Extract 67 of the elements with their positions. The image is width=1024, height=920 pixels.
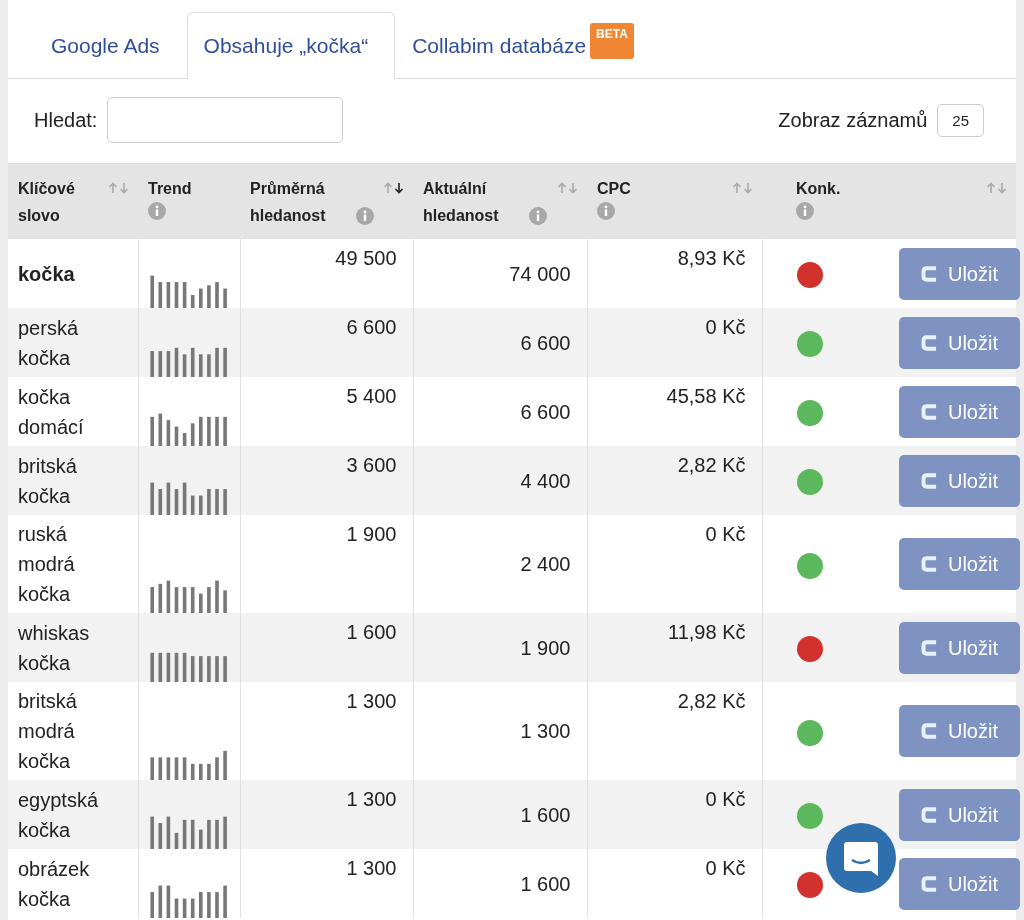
column-header[interactable]: Průměrná hledanost bbox=[240, 163, 413, 239]
column-header[interactable]: CPC bbox=[587, 163, 762, 239]
keyword-cell: britská kočka bbox=[18, 454, 77, 507]
c-logo-icon bbox=[921, 265, 938, 282]
cpc-cell: 2,82 Kč bbox=[677, 454, 746, 476]
c-logo-icon bbox=[921, 723, 938, 739]
cpc-cell: 0 Kč bbox=[705, 788, 746, 810]
keyword-cell: ruská modrá kočka bbox=[18, 523, 75, 605]
current-volume-cell: 4 400 bbox=[520, 469, 571, 492]
cpc-cell: 2,82 Kč bbox=[677, 690, 746, 712]
column-label: Klíčové slovo bbox=[18, 179, 76, 226]
average-volume-cell: 5 400 bbox=[346, 385, 397, 407]
column-label: Konk. bbox=[796, 179, 841, 199]
page-size-select[interactable]: 25 bbox=[937, 103, 984, 137]
sort-icon[interactable] bbox=[383, 182, 405, 194]
current-volume-cell: 1 600 bbox=[520, 803, 571, 826]
column-header[interactable]: Klíčové slovo bbox=[8, 163, 138, 239]
c-logo-icon bbox=[921, 403, 938, 420]
column-header[interactable]: Konk. bbox=[762, 163, 1016, 239]
average-volume-cell: 1 900 bbox=[346, 523, 397, 545]
current-volume-cell: 2 400 bbox=[520, 553, 571, 575]
c-logo-icon bbox=[921, 639, 938, 656]
cpc-cell: 0 Kč bbox=[705, 857, 746, 879]
tab[interactable]: Collabim databáze BETA bbox=[395, 12, 661, 79]
keyword-cell: britská modrá kočka bbox=[18, 690, 77, 772]
keyword-cell: perská kočka bbox=[18, 316, 79, 369]
average-volume-cell: 1 300 bbox=[346, 857, 397, 879]
column-label: Aktuální hledanost bbox=[423, 179, 500, 226]
c-logo-icon bbox=[921, 556, 938, 572]
current-volume-cell: 6 600 bbox=[520, 400, 571, 423]
tab[interactable]: Google Ads bbox=[34, 12, 187, 79]
cpc-cell: 11,98 Kč bbox=[668, 621, 746, 643]
column-label: CPC bbox=[597, 179, 631, 199]
average-volume-cell: 1 300 bbox=[346, 690, 397, 712]
beta-badge: BETA bbox=[590, 23, 634, 59]
tab[interactable]: Obsahuje „kočka“ bbox=[186, 12, 396, 79]
keyword-cell: kočka bbox=[18, 262, 75, 285]
average-volume-cell: 1 300 bbox=[346, 788, 397, 810]
cpc-cell: 0 Kč bbox=[705, 523, 746, 545]
cpc-cell: 0 Kč bbox=[705, 316, 746, 338]
current-volume-cell: 1 900 bbox=[520, 636, 571, 659]
column-label: Průměrná hledanost bbox=[250, 179, 327, 226]
average-volume-cell: 1 600 bbox=[346, 621, 397, 643]
current-volume-cell: 1 300 bbox=[520, 720, 571, 742]
c-logo-icon bbox=[921, 806, 938, 823]
keyword-cell: kočka domácí bbox=[18, 385, 84, 438]
keyword-cell: egyptská kočka bbox=[18, 788, 99, 841]
c-logo-icon bbox=[921, 472, 938, 489]
c-logo-icon bbox=[921, 875, 938, 892]
c-logo-icon bbox=[921, 334, 938, 351]
current-volume-cell: 1 600 bbox=[520, 872, 571, 895]
cpc-cell: 8,93 Kč bbox=[677, 247, 746, 269]
search-label: Hledat: bbox=[34, 108, 98, 132]
page-size-label: Zobraz záznamů bbox=[778, 108, 928, 132]
chat-button[interactable] bbox=[825, 822, 897, 894]
current-volume-cell: 74 000 bbox=[509, 262, 571, 285]
average-volume-cell: 3 600 bbox=[346, 454, 397, 476]
keyword-cell: whiskas kočka bbox=[18, 621, 90, 674]
column-header[interactable]: Trend bbox=[138, 163, 240, 239]
column-header[interactable]: Aktuální hledanost bbox=[413, 163, 587, 239]
average-volume-cell: 6 600 bbox=[346, 316, 397, 338]
average-volume-cell: 49 500 bbox=[335, 247, 397, 269]
keyword-cell: obrázek kočka bbox=[18, 857, 90, 910]
search-field[interactable] bbox=[107, 97, 344, 143]
cpc-cell: 45,58 Kč bbox=[666, 385, 746, 407]
column-label: Trend bbox=[148, 179, 192, 199]
current-volume-cell: 6 600 bbox=[520, 331, 571, 354]
